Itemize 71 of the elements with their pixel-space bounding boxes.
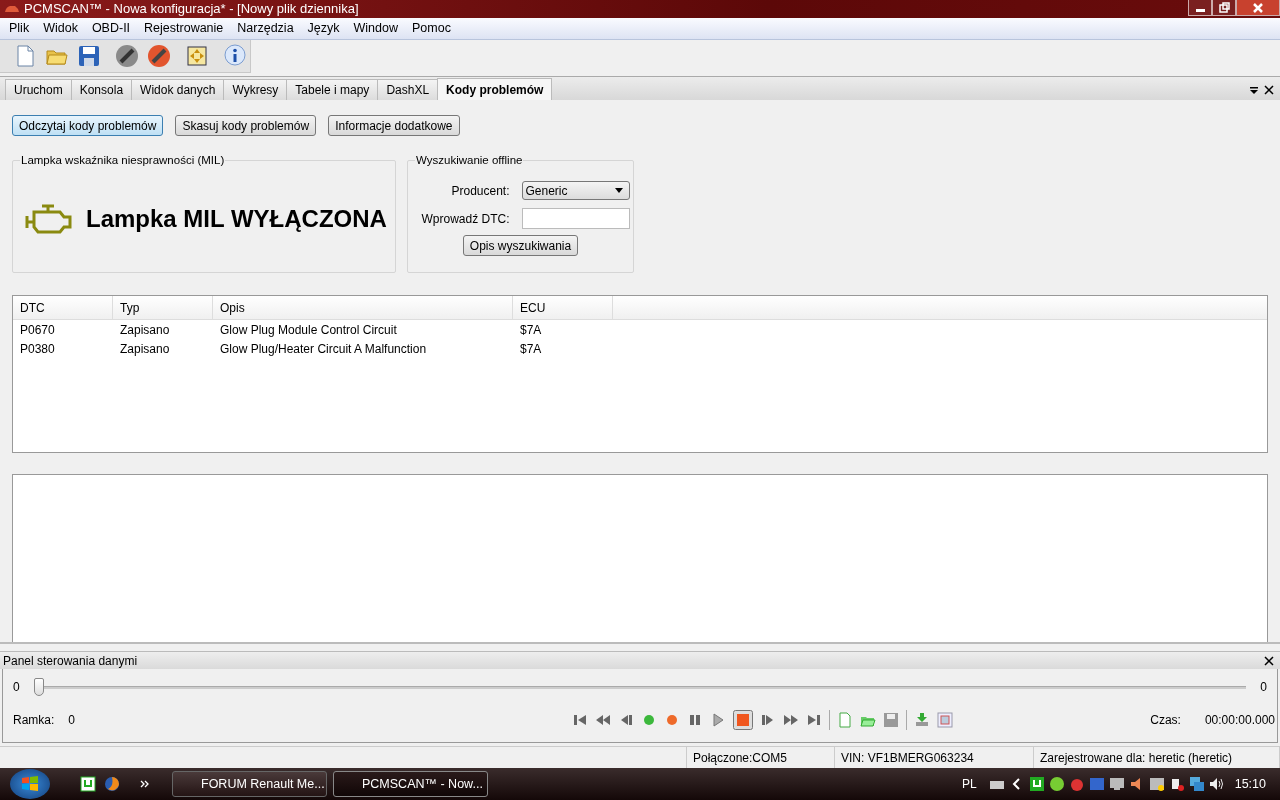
tab[interactable]: Wykresy [223, 79, 288, 101]
column-header[interactable]: DTC [13, 296, 113, 320]
monitor-icon[interactable] [1108, 776, 1125, 793]
panel-title: Panel sterowania danymi [3, 653, 139, 668]
clock[interactable]: 15:10 [1234, 777, 1266, 792]
taskbar-button[interactable]: PCMSCAN™ - Now... [333, 771, 488, 798]
column-header[interactable]: ECU [513, 296, 613, 320]
table-cell-text: $7A [519, 341, 543, 356]
field-label: Producent: [450, 183, 510, 198]
column-header[interactable]: Opis [213, 296, 513, 320]
group-title: Wyszukiwanie offline [415, 154, 524, 167]
search-description-button[interactable]: Opis wyszukiwania [462, 235, 579, 257]
action-button[interactable]: Odczytaj kody problemów [12, 115, 164, 137]
car-icon [4, 3, 20, 14]
torrent-icon[interactable] [1028, 776, 1045, 793]
frame-label: Ramka: [13, 713, 55, 728]
time-label: Czas: [1150, 713, 1181, 728]
tab[interactable]: Kody problemów [437, 78, 553, 101]
tab[interactable]: Tabele i mapy [286, 79, 379, 101]
menu-item[interactable]: Plik [2, 21, 37, 36]
column-header[interactable]: Typ [113, 296, 213, 320]
menu-item[interactable]: OBD-II [84, 21, 138, 36]
restore-icon [1218, 2, 1230, 13]
frame-value: 0 [68, 713, 76, 728]
tab[interactable]: Widok danych [131, 79, 225, 101]
slider-track[interactable] [33, 677, 1247, 698]
producer-dropdown[interactable]: Generic [521, 181, 630, 201]
menu-item[interactable]: Widok [36, 21, 85, 36]
tab[interactable]: DashXL [377, 79, 439, 101]
table-cell-text: P0670 [19, 322, 56, 337]
slider-min: 0 [13, 680, 20, 695]
menu-item[interactable]: Język [300, 21, 347, 36]
table-cell-text: Zapisano [119, 341, 171, 356]
caret-icon [614, 188, 623, 194]
close-icon [1253, 2, 1263, 13]
dropdown-icon[interactable] [1249, 85, 1259, 96]
mil-status: Lampka MIL WYŁĄCZONA [86, 205, 387, 234]
close-icon[interactable] [1264, 85, 1274, 96]
menu-item[interactable]: Narzędzia [230, 21, 301, 36]
browser-icon[interactable] [104, 776, 120, 793]
table-cell-text: P0380 [19, 341, 56, 356]
minimize-button[interactable] [1188, 0, 1212, 16]
table-cell-text: Glow Plug/Heater Circuit A Malfunction [219, 341, 428, 356]
language-indicator[interactable]: PL [962, 777, 977, 792]
minimize-icon [1195, 8, 1205, 12]
menu-item[interactable]: Pomoc [405, 21, 458, 36]
stop-icon[interactable] [733, 710, 754, 731]
slider-max: 0 [1260, 680, 1267, 695]
action-button[interactable]: Skasuj kody problemów [175, 115, 317, 137]
close-button[interactable] [1236, 0, 1280, 16]
tab[interactable]: Konsola [70, 79, 133, 101]
time-value: 00:00:00.000 [1204, 713, 1275, 728]
start-button[interactable] [10, 769, 50, 800]
menu-item[interactable]: Window [346, 21, 405, 36]
field-label: Wprowadź DTC: [421, 211, 510, 226]
tab[interactable]: Uruchom [5, 79, 72, 101]
menu-item[interactable]: Rejestrowanie [137, 21, 231, 36]
restore-button[interactable] [1212, 0, 1236, 16]
torrent-icon[interactable] [80, 776, 96, 793]
table-cell-text: $7A [519, 322, 543, 337]
window-title: PCMSCAN™ - Nowa konfiguracja* - [Nowy plik dziennika] [24, 1, 360, 17]
import-icon[interactable] [914, 712, 931, 729]
table-cell-text: Glow Plug Module Control Circuit [219, 322, 398, 337]
slider-thumb[interactable] [33, 678, 44, 697]
group-title: Lampka wskaźnika niesprawności (MIL) [20, 154, 226, 167]
taskbar-button[interactable]: FORUM Renault Me... [172, 771, 327, 798]
chevron-icon[interactable] [140, 779, 150, 790]
table-cell-text: Zapisano [119, 322, 171, 337]
close-icon[interactable] [1264, 655, 1274, 666]
dtc-input-field[interactable] [521, 208, 630, 230]
action-button[interactable]: Informacje dodatkowe [328, 115, 460, 137]
